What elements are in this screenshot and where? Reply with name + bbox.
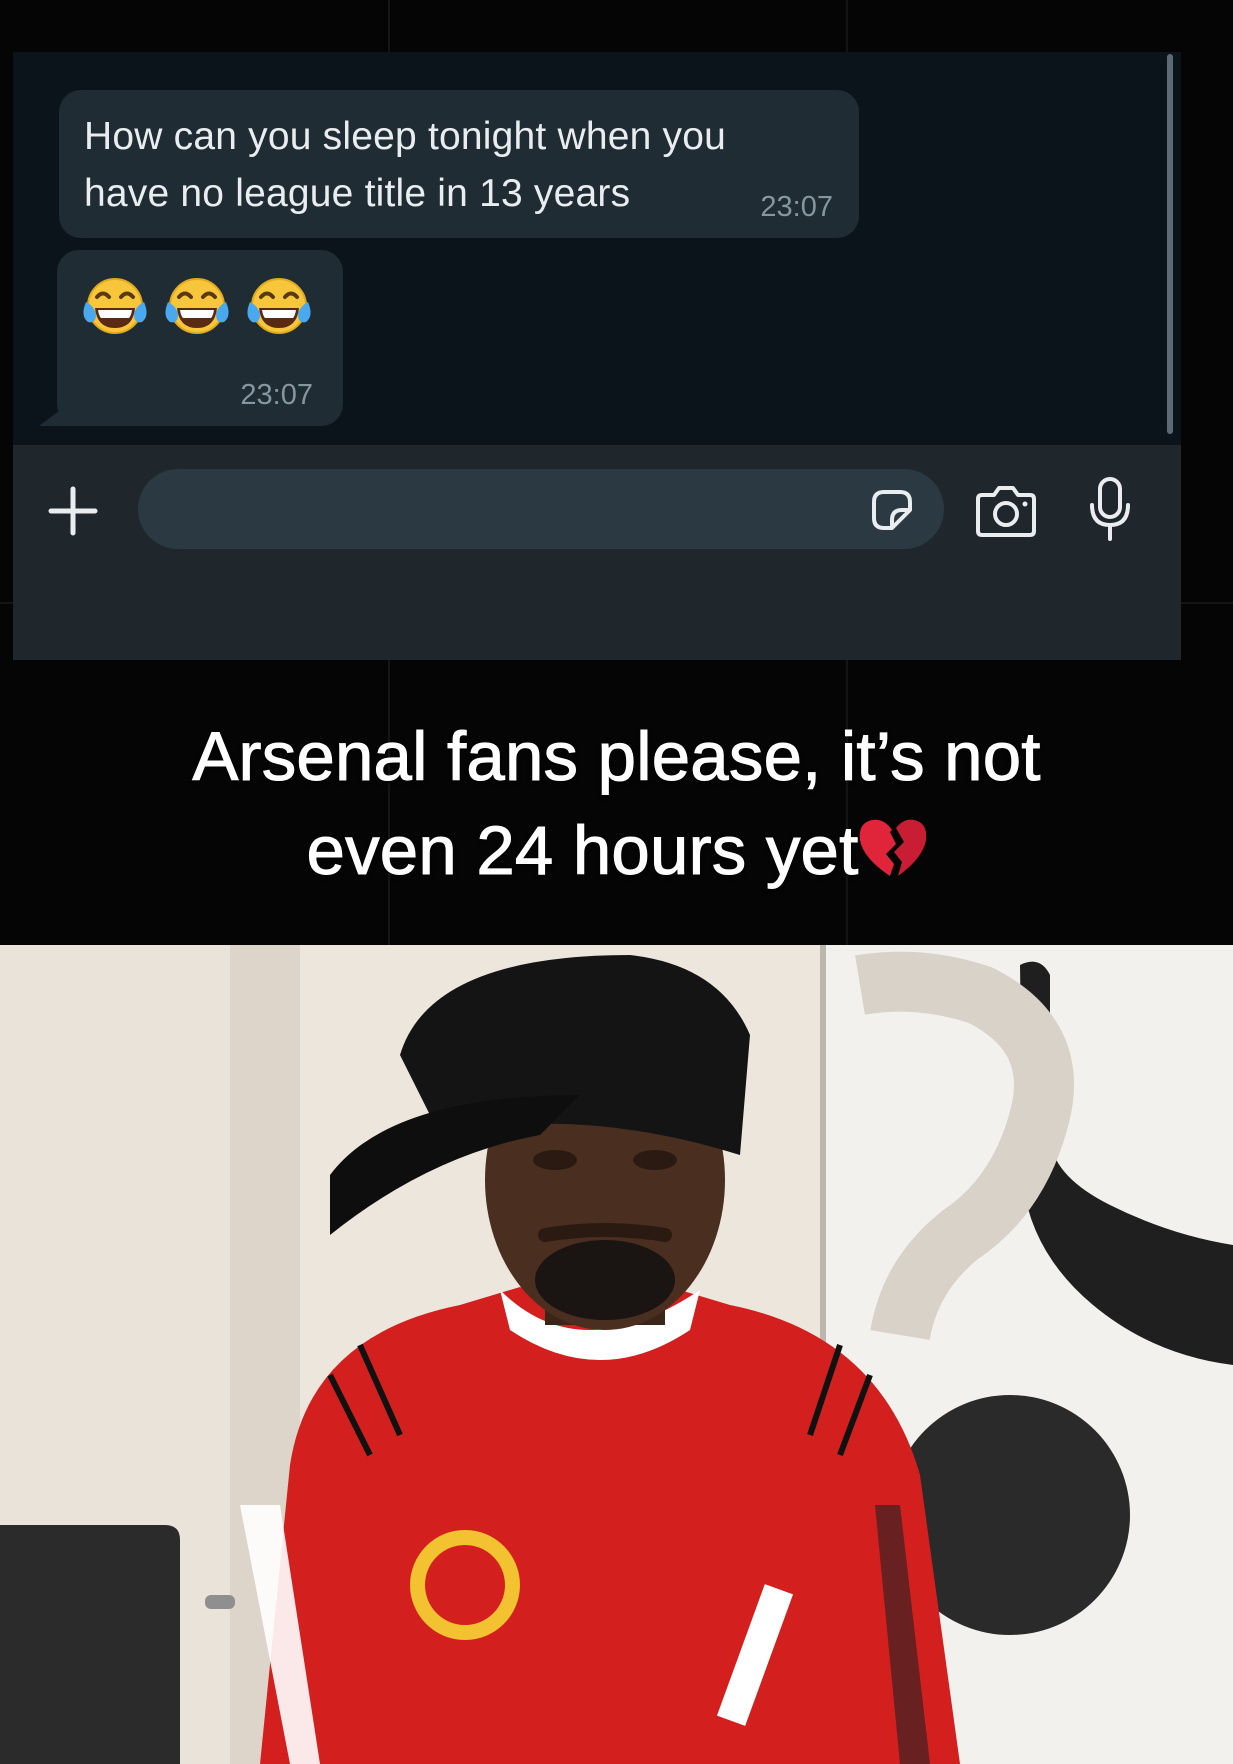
broken-heart-icon <box>860 819 927 876</box>
message-text: How can you sleep tonight when you have … <box>84 115 727 215</box>
microphone-icon[interactable] <box>1086 475 1134 545</box>
plus-icon[interactable] <box>43 481 103 541</box>
message-timestamp: 23:07 <box>760 191 833 223</box>
chair <box>0 1525 180 1764</box>
message-list[interactable]: How can you sleep tonight when you have … <box>13 52 1181 445</box>
emoji-row <box>79 272 315 344</box>
video-caption: Arsenal fans please, it’s not even 24 ho… <box>0 710 1233 898</box>
caption-line-2-text: even 24 hours yet <box>306 812 859 890</box>
message-input[interactable] <box>168 469 852 551</box>
camera-icon[interactable] <box>973 483 1039 539</box>
incoming-message-bubble[interactable]: How can you sleep tonight when you have … <box>59 90 859 238</box>
message-composer <box>13 445 1181 660</box>
message-input-field[interactable] <box>138 469 944 551</box>
tears-of-joy-emoji-icon <box>165 278 229 334</box>
chat-screenshot: How can you sleep tonight when you have … <box>0 0 1233 945</box>
door-handle <box>205 1595 235 1609</box>
tears-of-joy-emoji-icon <box>247 278 311 334</box>
bubble-tail <box>39 396 79 426</box>
chat-window: How can you sleep tonight when you have … <box>13 52 1181 660</box>
caption-line-2: even 24 hours yet <box>0 804 1233 898</box>
incoming-message-bubble[interactable]: 23:07 <box>39 250 343 426</box>
message-timestamp: 23:07 <box>240 379 313 411</box>
video-frame-photo <box>0 945 1233 1764</box>
sticker-icon[interactable] <box>866 484 918 536</box>
caption-line-1: Arsenal fans please, it’s not <box>192 718 1041 796</box>
scrollbar[interactable] <box>1167 54 1173 434</box>
tears-of-joy-emoji-icon <box>83 278 147 334</box>
person-photo <box>0 945 1233 1764</box>
